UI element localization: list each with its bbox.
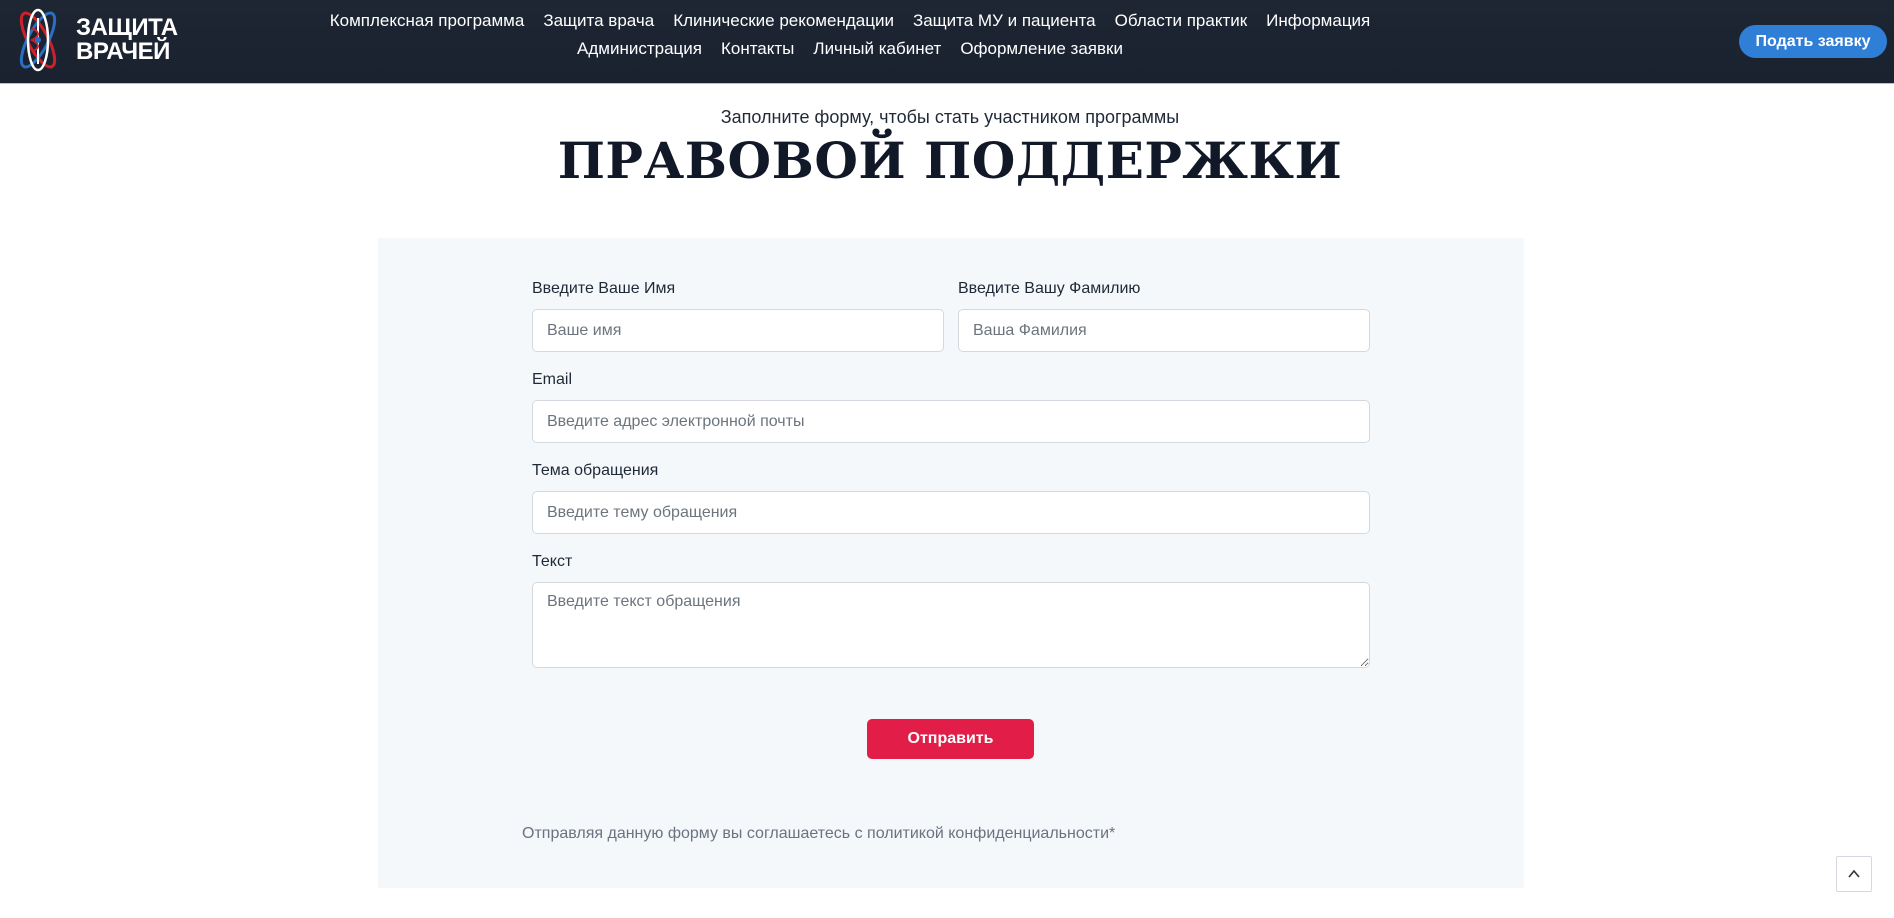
scroll-to-top-button[interactable]	[1836, 856, 1872, 892]
message-textarea[interactable]	[532, 582, 1370, 668]
last-name-input[interactable]	[958, 309, 1370, 352]
nav-item-institution-patient-protection[interactable]: Защита МУ и пациента	[913, 10, 1096, 32]
last-name-label: Введите Вашу Фамилию	[958, 280, 1141, 297]
nav-item-contacts[interactable]: Контакты	[721, 38, 794, 60]
first-name-input[interactable]	[532, 309, 944, 352]
site-logo[interactable]: ЗАЩИТА ВРАЧЕЙ	[12, 6, 182, 74]
nav-item-doctor-protection[interactable]: Защита врача	[543, 10, 654, 32]
page-title: ПРАВОВОЙ ПОДДЕРЖКИ	[557, 131, 1343, 190]
nav-item-clinical-guidelines[interactable]: Клинические рекомендации	[673, 10, 894, 32]
nav-item-personal-account[interactable]: Личный кабинет	[813, 38, 941, 60]
nav-item-complex-program[interactable]: Комплексная программа	[330, 10, 525, 32]
main-nav: Комплексная программа Защита врача Клини…	[300, 10, 1400, 60]
nav-item-application-form[interactable]: Оформление заявки	[960, 38, 1123, 60]
email-label: Email	[532, 371, 573, 388]
privacy-policy-note: Отправляя данную форму вы соглашаетесь с…	[522, 825, 1116, 842]
subject-input[interactable]	[532, 491, 1370, 534]
chevron-up-icon	[1848, 869, 1860, 878]
send-button[interactable]: Отправить	[867, 719, 1034, 759]
nav-item-practice-areas[interactable]: Области практик	[1115, 10, 1248, 32]
logo-line-2: ВРАЧЕЙ	[76, 38, 170, 65]
logo-text: ЗАЩИТА ВРАЧЕЙ	[76, 16, 178, 64]
email-input[interactable]	[532, 400, 1370, 443]
application-form-card: Введите Ваше Имя Введите Вашу Фамилию Em…	[378, 238, 1524, 888]
logo-line-1: ЗАЩИТА	[76, 14, 178, 41]
subject-label: Тема обращения	[532, 462, 659, 479]
atom-caduceus-logo-icon	[19, 8, 57, 72]
page-subtitle: Заполните форму, чтобы стать участником …	[720, 107, 1180, 127]
nav-item-administration[interactable]: Администрация	[577, 38, 702, 60]
first-name-label: Введите Ваше Имя	[532, 280, 676, 297]
nav-item-information[interactable]: Информация	[1266, 10, 1370, 32]
submit-application-button[interactable]: Подать заявку	[1739, 25, 1887, 58]
message-label: Текст	[532, 553, 573, 570]
site-header: ЗАЩИТА ВРАЧЕЙ Комплексная программа Защи…	[0, 0, 1894, 83]
